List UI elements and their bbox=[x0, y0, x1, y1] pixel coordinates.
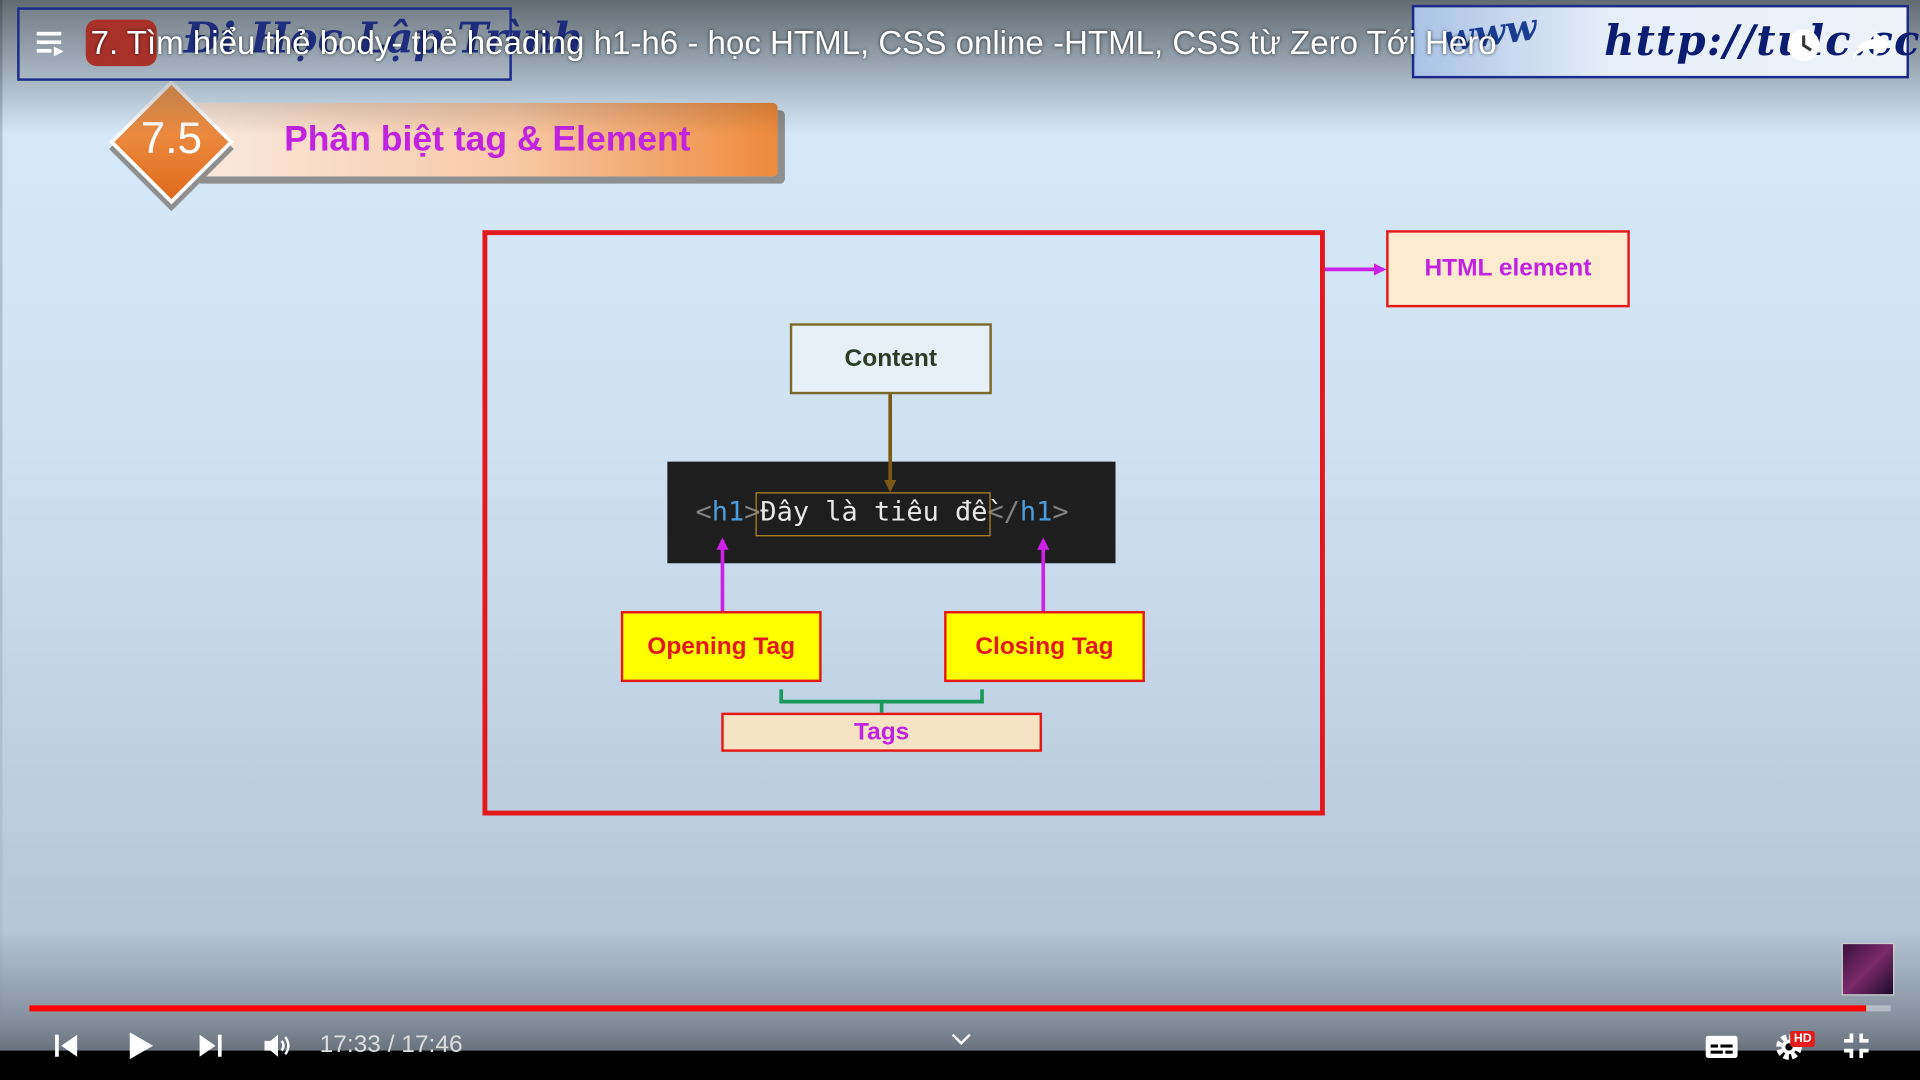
chevron-down-icon[interactable] bbox=[950, 1031, 972, 1048]
subtitles-icon[interactable] bbox=[1704, 1033, 1738, 1060]
video-player[interactable]: 7.5 Phân biệt tag & Element HTML element… bbox=[0, 0, 1920, 1080]
video-title[interactable]: 7. Tìm hiểu thẻ body- thẻ heading h1-h6 … bbox=[91, 24, 1497, 62]
time-separator: / bbox=[380, 1031, 402, 1058]
progress-bar-played bbox=[29, 1005, 1867, 1012]
volume-icon[interactable] bbox=[262, 1031, 294, 1060]
share-icon[interactable] bbox=[1851, 27, 1890, 64]
skip-next-icon[interactable] bbox=[196, 1031, 225, 1060]
share-arrow-glyph bbox=[1852, 30, 1890, 61]
diagram-connectors bbox=[716, 263, 1387, 713]
menu-icon[interactable] bbox=[34, 27, 66, 59]
skip-previous-icon[interactable] bbox=[51, 1031, 80, 1060]
time-display: 17:33 / 17:46 bbox=[320, 1031, 463, 1059]
menu-icon-glyph bbox=[36, 31, 64, 57]
exit-fullscreen-icon[interactable] bbox=[1842, 1031, 1871, 1060]
tags-brace bbox=[779, 689, 984, 713]
channel-avatar[interactable] bbox=[1841, 942, 1895, 996]
play-icon[interactable] bbox=[122, 1029, 156, 1063]
watch-later-icon[interactable] bbox=[1785, 27, 1822, 64]
current-time: 17:33 bbox=[319, 1031, 381, 1058]
duration: 17:46 bbox=[401, 1031, 463, 1058]
hd-badge: HD bbox=[1790, 1031, 1816, 1047]
clock-glyph bbox=[1787, 29, 1820, 62]
